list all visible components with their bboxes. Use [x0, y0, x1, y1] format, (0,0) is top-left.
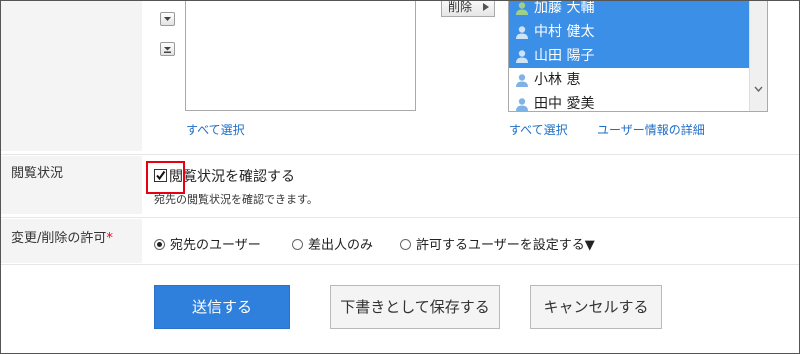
scrollbar[interactable] — [749, 1, 767, 111]
move-bottom-icon — [164, 47, 171, 53]
radio-allowed-users[interactable]: 許可するユーザーを設定する▼ — [400, 234, 595, 253]
read-status-note: 宛先の閲覧状況を確認できます。 — [154, 193, 318, 206]
user-name: 小林 恵 — [534, 72, 581, 88]
required-mark: * — [106, 231, 113, 246]
user-icon — [516, 98, 528, 111]
user-icon — [516, 2, 528, 15]
user-row[interactable]: 山田 陽子 — [509, 44, 750, 68]
remove-button-label: 削除 — [448, 0, 473, 14]
radio-dot[interactable] — [292, 239, 303, 250]
user-name: 田中 愛美 — [534, 96, 595, 112]
radio-dot[interactable] — [400, 239, 411, 250]
move-bottom-button[interactable] — [160, 42, 175, 56]
user-row[interactable]: 加藤 大輔 — [509, 0, 750, 20]
left-select-all-link[interactable]: すべて選択 — [186, 121, 245, 138]
radio-label: 許可するユーザーを設定する▼ — [416, 238, 595, 253]
user-name: 中村 健太 — [534, 24, 595, 40]
divider — [1, 217, 799, 218]
recipient-list[interactable]: 加藤 大輔 中村 健太 山田 陽子 小林 恵 田中 愛美 — [508, 0, 768, 112]
user-row[interactable]: 中村 健太 — [509, 20, 750, 44]
user-name: 加藤 大輔 — [534, 0, 595, 16]
divider — [1, 264, 799, 265]
read-status-checkbox-label[interactable]: 閲覧状況を確認する — [169, 166, 295, 186]
radio-dot[interactable] — [154, 239, 165, 250]
radio-label: 宛先のユーザー — [170, 238, 261, 253]
cancel-button[interactable]: キャンセルする — [530, 285, 662, 329]
read-status-label: 閲覧状況 — [11, 166, 64, 181]
label-cell-edit-permission: 変更/削除の許可* — [1, 219, 142, 263]
user-details-link[interactable]: ユーザー情報の詳細 — [597, 121, 705, 138]
label-cell-read-status: 閲覧状況 — [1, 156, 142, 214]
user-icon — [516, 26, 528, 39]
user-row[interactable]: 小林 恵 — [509, 68, 750, 92]
radio-recipients[interactable]: 宛先のユーザー — [154, 234, 261, 253]
read-status-checkbox[interactable] — [154, 169, 167, 182]
checkmark-icon — [156, 170, 166, 181]
right-select-all-link[interactable]: すべて選択 — [509, 121, 568, 138]
user-icon — [516, 50, 528, 63]
remove-button[interactable]: 削除 — [441, 0, 495, 17]
triangle-right-icon — [483, 3, 489, 11]
radio-sender-only[interactable]: 差出人のみ — [292, 234, 373, 253]
radio-label: 差出人のみ — [308, 238, 374, 253]
user-icon — [516, 74, 528, 87]
move-down-icon — [164, 17, 171, 21]
send-button[interactable]: 送信する — [154, 285, 290, 329]
candidate-list[interactable] — [185, 1, 416, 111]
edit-permission-label: 変更/削除の許可 — [11, 231, 107, 246]
label-cell-recipients — [1, 1, 142, 151]
user-row[interactable]: 田中 愛美 — [509, 92, 750, 112]
scroll-down-icon[interactable] — [754, 86, 763, 92]
divider — [1, 154, 799, 155]
move-down-button[interactable] — [160, 12, 175, 26]
user-name: 山田 陽子 — [534, 48, 595, 64]
save-draft-button[interactable]: 下書きとして保存する — [330, 285, 500, 329]
message-form: 閲覧状況 変更/削除の許可* 削除 加藤 大輔 中村 健太 山田 陽子 小林 恵 — [0, 0, 800, 354]
